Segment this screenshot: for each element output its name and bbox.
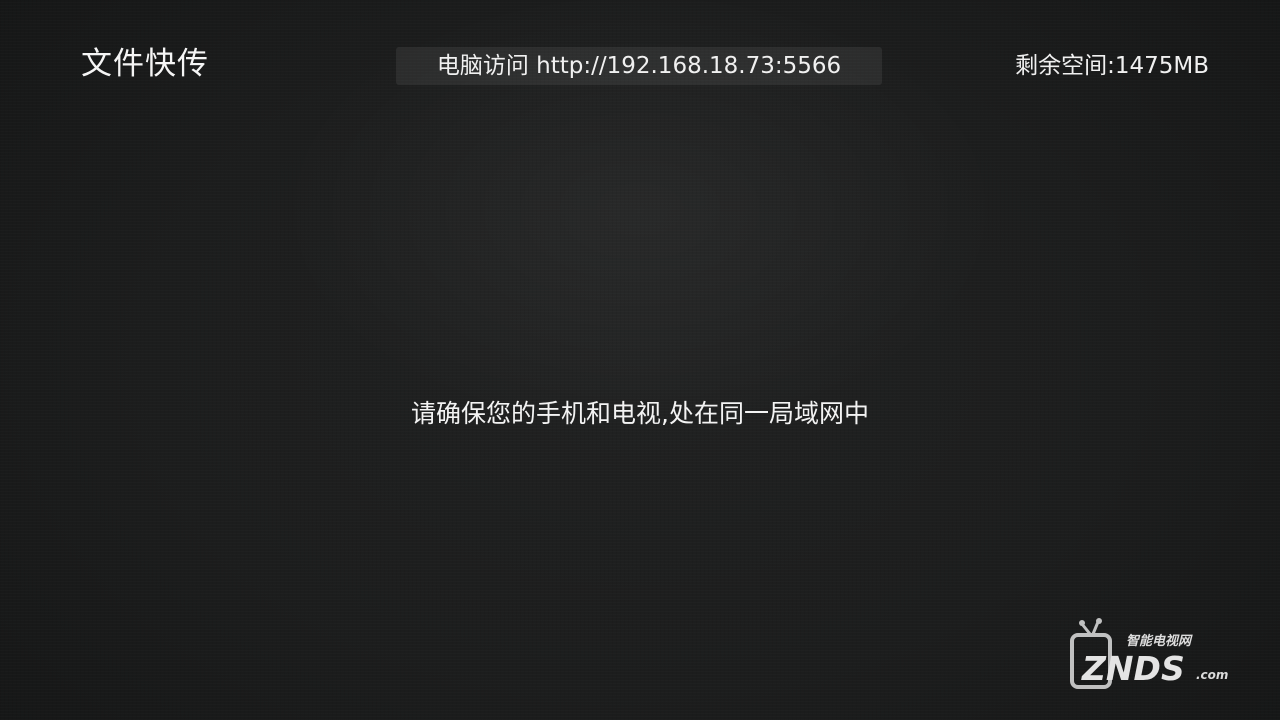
app-title: 文件快传 [81, 46, 209, 82]
background-texture [0, 0, 1280, 720]
same-lan-hint: 请确保您的手机和电视,处在同一局域网中 [411, 399, 869, 428]
computer-access-address: 电脑访问 http://192.168.18.73:5566 [396, 47, 882, 85]
znds-logo: 智能电视网 ZNDS .com [1070, 618, 1228, 689]
access-address-text: 电脑访问 http://192.168.18.73:5566 [436, 53, 842, 79]
screen: 文件快传 电脑访问 http://192.168.18.73:5566 剩余空间… [0, 0, 1280, 720]
logo-tagline: 智能电视网 [1126, 633, 1193, 649]
logo-suffix: .com [1196, 668, 1228, 682]
logo-text: ZNDS [1081, 649, 1185, 688]
remaining-storage: 剩余空间:1475MB [1015, 53, 1209, 79]
